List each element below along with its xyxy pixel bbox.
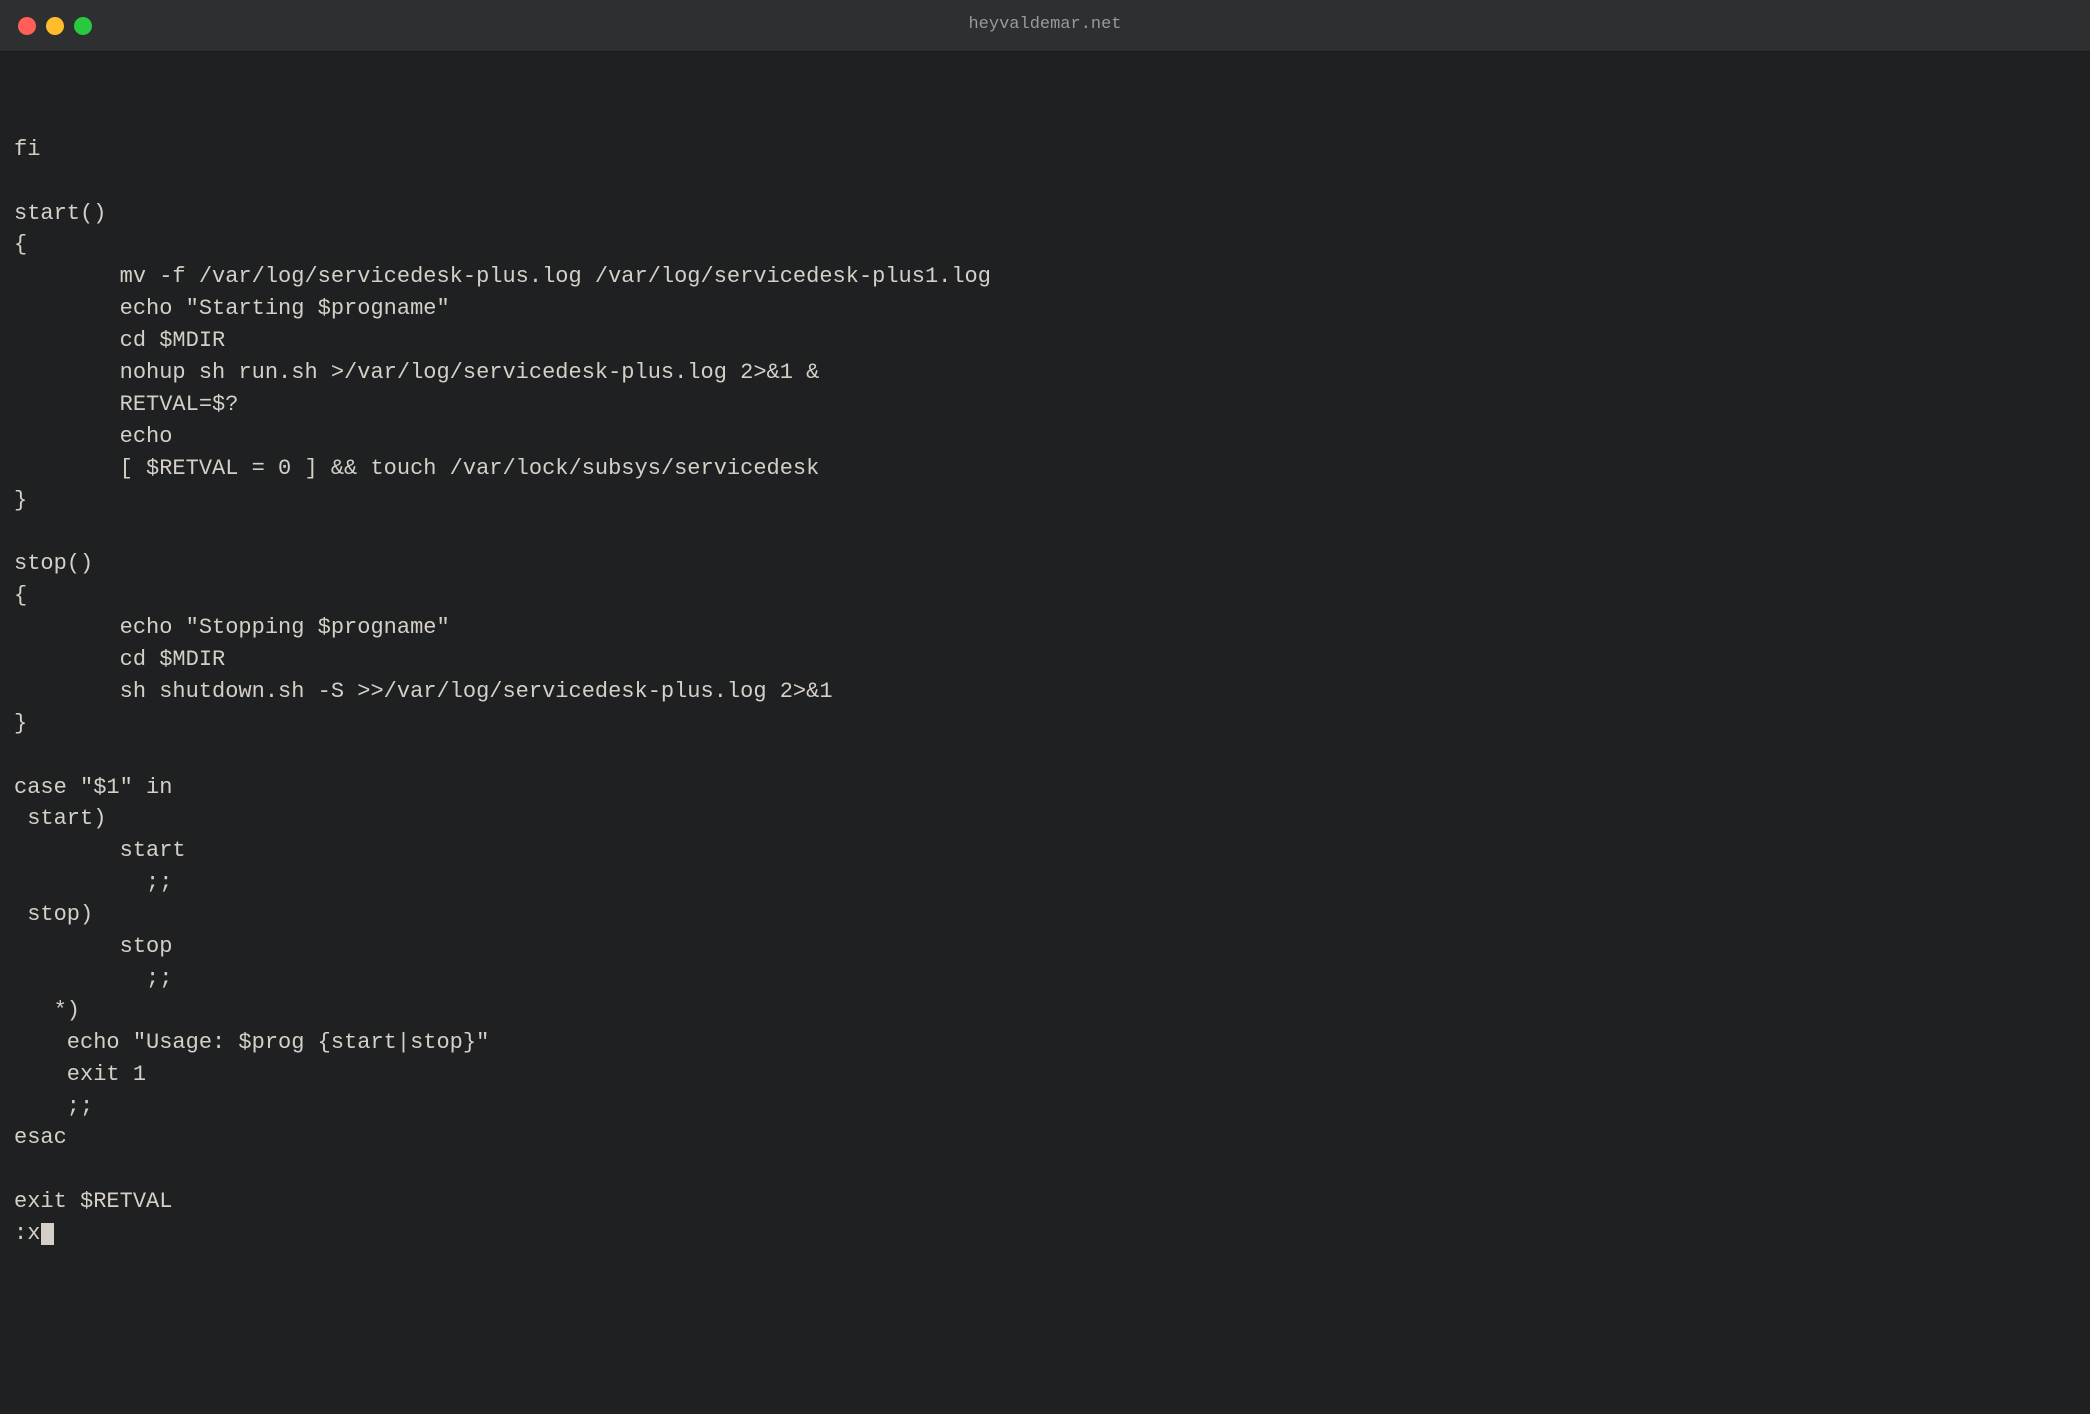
maximize-button[interactable] — [74, 17, 92, 35]
close-button[interactable] — [18, 17, 36, 35]
code-line: sh shutdown.sh -S >>/var/log/servicedesk… — [14, 676, 2090, 708]
command-text: :x — [14, 1218, 40, 1250]
code-line: ;; — [14, 1091, 2090, 1123]
code-line: exit 1 — [14, 1059, 2090, 1091]
code-line: mv -f /var/log/servicedesk-plus.log /var… — [14, 261, 2090, 293]
code-line — [14, 740, 2090, 772]
command-line: :x — [14, 1218, 2090, 1250]
window-title: heyvaldemar.net — [968, 13, 1121, 38]
code-line: esac — [14, 1122, 2090, 1154]
code-line: stop() — [14, 548, 2090, 580]
code-line — [14, 1154, 2090, 1186]
code-line: RETVAL=$? — [14, 389, 2090, 421]
traffic-lights — [18, 17, 92, 35]
code-line: fi — [14, 134, 2090, 166]
code-line: start — [14, 835, 2090, 867]
cursor — [41, 1223, 54, 1245]
code-line: cd $MDIR — [14, 325, 2090, 357]
code-line: start) — [14, 803, 2090, 835]
code-line: *) — [14, 995, 2090, 1027]
code-line: echo — [14, 421, 2090, 453]
code-line: ;; — [14, 867, 2090, 899]
code-line: { — [14, 229, 2090, 261]
code-line: cd $MDIR — [14, 644, 2090, 676]
code-line: stop — [14, 931, 2090, 963]
code-line: stop) — [14, 899, 2090, 931]
code-line: case "$1" in — [14, 772, 2090, 804]
code-line: } — [14, 708, 2090, 740]
code-line: } — [14, 485, 2090, 517]
code-line: echo "Starting $progname" — [14, 293, 2090, 325]
code-line: echo "Stopping $progname" — [14, 612, 2090, 644]
terminal-content: fistart(){ mv -f /var/log/servicedesk-pl… — [0, 52, 2090, 1250]
code-line — [14, 166, 2090, 198]
title-bar: heyvaldemar.net — [0, 0, 2090, 52]
code-line: { — [14, 580, 2090, 612]
code-line: exit $RETVAL — [14, 1186, 2090, 1218]
minimize-button[interactable] — [46, 17, 64, 35]
code-line: ;; — [14, 963, 2090, 995]
code-line — [14, 516, 2090, 548]
code-line: nohup sh run.sh >/var/log/servicedesk-pl… — [14, 357, 2090, 389]
code-line: [ $RETVAL = 0 ] && touch /var/lock/subsy… — [14, 453, 2090, 485]
code-line: echo "Usage: $prog {start|stop}" — [14, 1027, 2090, 1059]
code-line: start() — [14, 198, 2090, 230]
